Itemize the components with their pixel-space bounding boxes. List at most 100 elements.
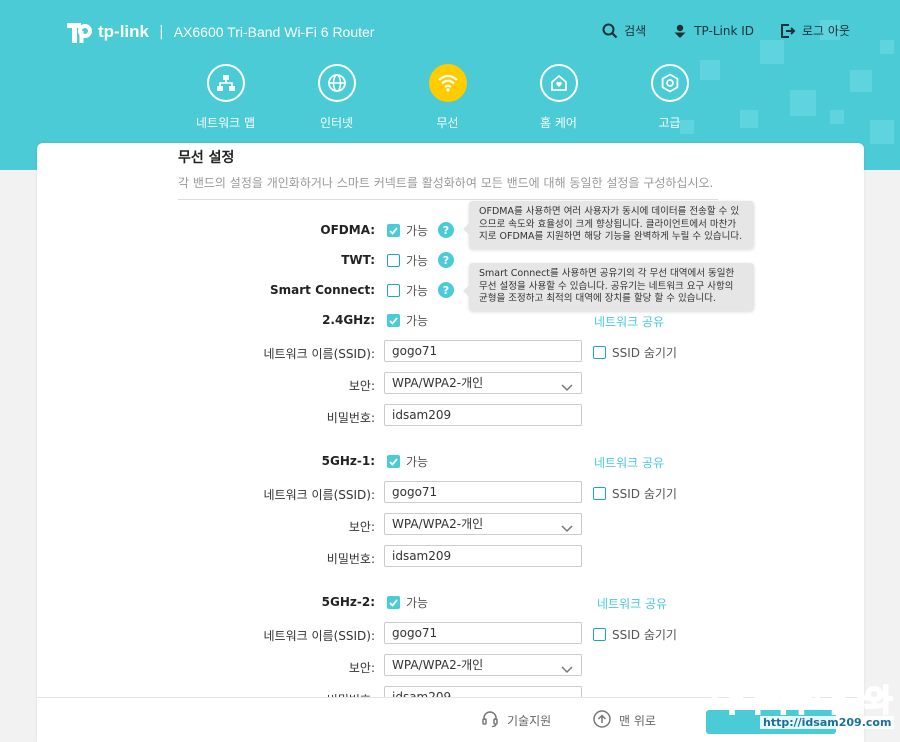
smart-connect-option: 가능 — [406, 284, 429, 298]
band-5g2-label: 5GHz-2: — [321, 595, 375, 609]
network-map-icon — [206, 64, 245, 102]
twt-label: TWT: — [341, 253, 375, 267]
watermark-logo: 다나와무다나와 — [710, 683, 893, 720]
band-5g1-security-select[interactable]: WPA/WPA2-개인 — [384, 513, 582, 535]
band-5g1-hide-ssid-label: SSID 숨기기 — [612, 487, 677, 501]
band-24-ssid-label: 네트워크 이름(SSID): — [263, 347, 375, 361]
band-24-label: 2.4GHz: — [322, 313, 375, 327]
band-24-hide-ssid-label: SSID 숨기기 — [612, 346, 677, 360]
globe-icon — [317, 64, 356, 102]
band-5g2-hide-ssid-checkbox[interactable] — [593, 628, 606, 641]
band-5g1-ssid-input[interactable]: gogo71 — [384, 481, 582, 503]
watermark: 다나와무다나와 http://idsam209.com — [705, 676, 895, 740]
band-5g2-checkbox[interactable] — [387, 596, 400, 609]
band-5g1-password-input[interactable]: idsam209 — [384, 545, 582, 567]
nav-internet-label: 인터넷 — [319, 116, 354, 130]
twt-option: 가능 — [406, 254, 429, 268]
chevron-down-icon — [561, 519, 573, 539]
smart-connect-checkbox-row[interactable]: 가능 — [387, 282, 428, 299]
arrow-up-circle-icon — [593, 710, 611, 731]
band-5g1-option: 가능 — [406, 455, 429, 469]
nav-network-map[interactable]: 네트워크 맵 — [170, 64, 281, 131]
ofdma-help-icon[interactable]: ? — [438, 222, 454, 238]
band-5g2-hide-ssid-row[interactable]: SSID 숨기기 — [593, 626, 677, 643]
band-5g2-hide-ssid-label: SSID 숨기기 — [612, 628, 677, 642]
band-5g1-security-label: 보안: — [348, 520, 375, 534]
user-id-icon — [672, 23, 688, 39]
nav-home-care[interactable]: 홈 케어 — [503, 64, 614, 131]
chevron-down-icon — [561, 378, 573, 398]
band-5g1-checkbox-row[interactable]: 가능 — [387, 453, 428, 470]
band-5g1-hide-ssid-checkbox[interactable] — [593, 487, 606, 500]
band-24-security-value: WPA/WPA2-개인 — [392, 376, 484, 390]
band-24-hide-ssid-checkbox[interactable] — [593, 346, 606, 359]
ofdma-checkbox[interactable] — [387, 224, 400, 237]
band-24-hide-ssid-row[interactable]: SSID 숨기기 — [593, 344, 677, 361]
logout-label: 로그 아웃 — [802, 24, 850, 38]
logout-link[interactable]: 로그 아웃 — [780, 22, 850, 39]
logout-icon — [780, 23, 796, 39]
tplink-id-link[interactable]: TP-Link ID — [672, 22, 754, 39]
band-24-security-label: 보안: — [348, 379, 375, 393]
gear-icon — [650, 64, 689, 102]
band-5g1-hide-ssid-row[interactable]: SSID 숨기기 — [593, 485, 677, 502]
home-care-icon — [539, 64, 578, 102]
ofdma-label: OFDMA: — [320, 223, 375, 237]
smart-connect-checkbox[interactable] — [387, 284, 400, 297]
brand-separator: | — [159, 24, 164, 40]
back-to-top-link[interactable]: 맨 위로 — [593, 710, 656, 731]
band-5g2-checkbox-row[interactable]: 가능 — [387, 594, 428, 611]
main-nav: 네트워크 맵 인터넷 무선 홈 케어 고급 — [170, 64, 725, 131]
twt-checkbox[interactable] — [387, 254, 400, 267]
support-label: 기술지원 — [507, 714, 552, 728]
ofdma-tooltip: OFDMA를 사용하면 여러 사용자가 동시에 데이터를 전송할 수 있으므로 … — [463, 201, 754, 249]
search-label: 검색 — [624, 24, 647, 38]
band-5g2-security-label: 보안: — [348, 661, 375, 675]
nav-wireless[interactable]: 무선 — [392, 64, 503, 131]
band-5g2-option: 가능 — [406, 596, 429, 610]
section-title: 무선 설정 — [178, 150, 235, 166]
band-5g2-security-select[interactable]: WPA/WPA2-개인 — [384, 654, 582, 676]
twt-checkbox-row[interactable]: 가능 — [387, 252, 428, 269]
smart-connect-help-icon[interactable]: ? — [438, 282, 454, 298]
watermark-url: http://idsam209.com — [760, 716, 895, 729]
ofdma-checkbox-row[interactable]: 가능 — [387, 222, 428, 239]
nav-advanced-label: 고급 — [658, 116, 681, 130]
band-5g1-password-label: 비밀번호: — [326, 552, 375, 566]
band-5g2-share-link[interactable]: 네트워크 공유 — [597, 595, 667, 612]
nav-network-map-label: 네트워크 맵 — [195, 116, 255, 130]
tp-link-logo-icon — [64, 18, 92, 46]
band-24-share-link[interactable]: 네트워크 공유 — [594, 313, 664, 330]
band-24-security-select[interactable]: WPA/WPA2-개인 — [384, 372, 582, 394]
wifi-icon — [428, 64, 467, 102]
search-link[interactable]: 검색 — [602, 22, 646, 39]
band-5g2-ssid-label: 네트워크 이름(SSID): — [263, 629, 375, 643]
tp-link-logo[interactable]: tp-link | AX6600 Tri-Band Wi-Fi 6 Router — [64, 18, 374, 46]
band-5g1-checkbox[interactable] — [387, 455, 400, 468]
nav-home-care-label: 홈 케어 — [540, 116, 577, 130]
nav-advanced[interactable]: 고급 — [614, 64, 725, 131]
top-nav: 검색 TP-Link ID 로그 아웃 — [602, 22, 850, 39]
band-5g1-ssid-label: 네트워크 이름(SSID): — [263, 488, 375, 502]
wireless-settings-card: 무선 설정 각 밴드의 설정을 개인화하거나 스마트 커넥트를 활성화하여 모든… — [37, 143, 864, 742]
ofdma-option: 가능 — [406, 224, 429, 238]
band-24-ssid-input[interactable]: gogo71 — [384, 340, 582, 362]
band-5g2-security-value: WPA/WPA2-개인 — [392, 658, 484, 672]
headset-icon — [481, 710, 499, 731]
support-link[interactable]: 기술지원 — [481, 710, 551, 731]
band-24-checkbox[interactable] — [387, 314, 400, 327]
back-to-top-label: 맨 위로 — [619, 714, 656, 728]
band-24-checkbox-row[interactable]: 가능 — [387, 312, 428, 329]
twt-help-icon[interactable]: ? — [438, 252, 454, 268]
smart-connect-tooltip: Smart Connect를 사용하면 공유기의 각 무선 대역에서 동일한 무… — [463, 263, 754, 311]
section-description: 각 밴드의 설정을 개인화하거나 스마트 커넥트를 활성화하여 모든 밴드에 대… — [178, 174, 718, 200]
smart-connect-label: Smart Connect: — [270, 283, 375, 297]
band-5g1-share-link[interactable]: 네트워크 공유 — [594, 454, 664, 471]
band-5g2-ssid-input[interactable]: gogo71 — [384, 622, 582, 644]
band-24-password-input[interactable]: idsam209 — [384, 404, 582, 426]
band-24-option: 가능 — [406, 314, 429, 328]
router-model: AX6600 Tri-Band Wi-Fi 6 Router — [173, 24, 375, 40]
nav-internet[interactable]: 인터넷 — [281, 64, 392, 131]
search-icon — [602, 23, 618, 39]
brand-name: tp-link — [98, 22, 149, 41]
